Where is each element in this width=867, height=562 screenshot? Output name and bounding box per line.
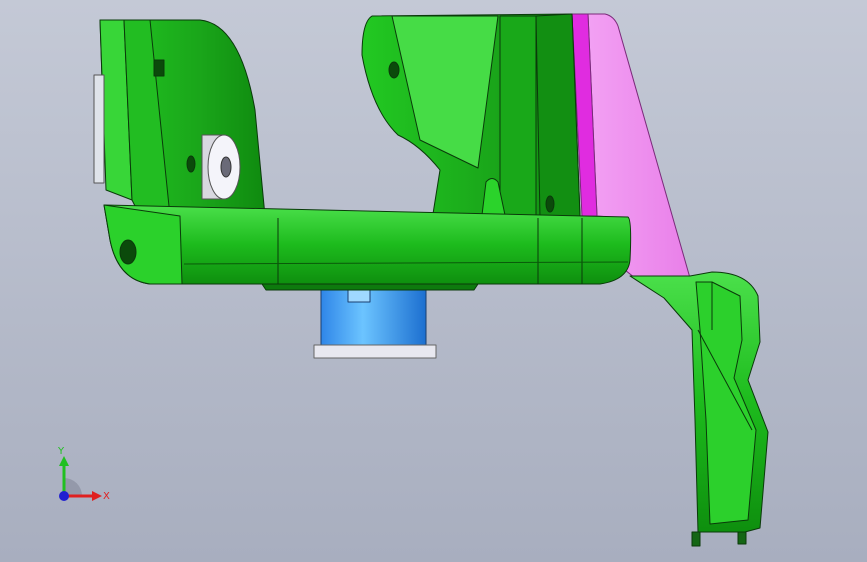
x-axis-label: X [103,491,110,502]
washer [313,344,437,359]
origin-marker [59,491,69,501]
base-bar[interactable] [103,204,632,291]
spacer-washer[interactable] [201,134,241,200]
cylindrical-boss[interactable] [313,289,437,359]
cad-graphics-viewport[interactable]: Y X [0,0,867,562]
y-axis-label: Y [57,446,65,457]
